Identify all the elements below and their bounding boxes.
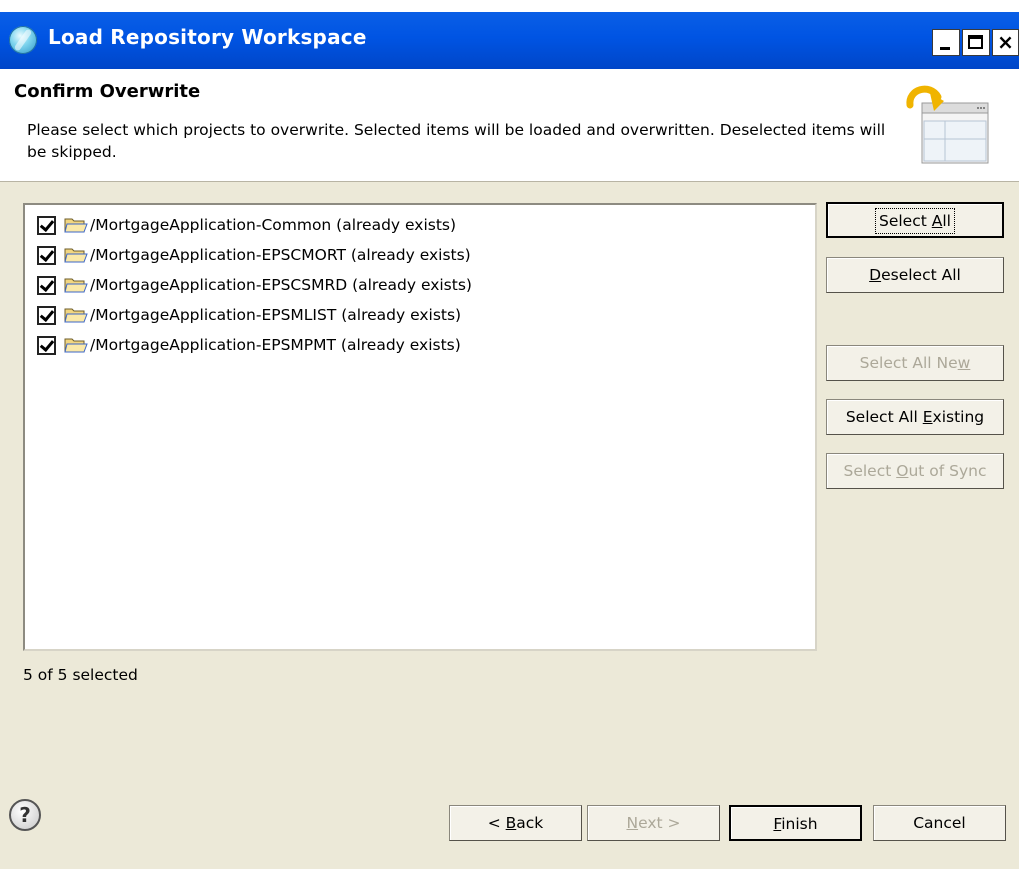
checkbox-checked-icon[interactable] [37, 215, 56, 235]
list-item[interactable]: /MortgageApplication-Common (already exi… [37, 210, 456, 240]
selection-status: 5 of 5 selected [23, 666, 138, 684]
checkbox-checked-icon[interactable] [37, 245, 56, 265]
project-label: /MortgageApplication-Common (already exi… [90, 216, 457, 234]
select-all-existing-button[interactable]: Select All Existing [826, 399, 1004, 435]
list-item[interactable]: /MortgageApplication-EPSCSMRD (already e… [37, 270, 472, 300]
minimize-button[interactable] [932, 29, 960, 56]
folder-icon [64, 278, 88, 293]
dialog-body: /MortgageApplication-Common (already exi… [0, 182, 1019, 869]
project-label: /MortgageApplication-EPSMLIST (already e… [90, 306, 462, 324]
close-button[interactable]: × [992, 29, 1019, 56]
window-title: Load Repository Workspace [48, 25, 367, 49]
project-label: /MortgageApplication-EPSMPMT (already ex… [90, 336, 461, 354]
checkbox-checked-icon[interactable] [37, 275, 56, 295]
checkbox-checked-icon[interactable] [37, 335, 56, 355]
folder-icon [64, 308, 88, 323]
app-globe-icon [9, 26, 37, 54]
page-title: Confirm Overwrite [14, 81, 201, 102]
select-all-button[interactable]: Select All [826, 202, 1004, 238]
finish-button[interactable]: Finish [729, 805, 862, 841]
select-out-of-sync-button[interactable]: Select Out of Sync [826, 453, 1004, 489]
close-icon: × [997, 30, 1014, 54]
folder-icon [64, 248, 88, 263]
wizard-banner-icon [906, 85, 989, 164]
back-button[interactable]: < Back [449, 805, 582, 841]
help-icon[interactable]: ? [9, 799, 41, 831]
page-description: Please select which projects to overwrit… [27, 121, 886, 161]
wizard-banner: Confirm Overwrite Please select which pr… [0, 69, 1019, 182]
list-item[interactable]: /MortgageApplication-EPSCMORT (already e… [37, 240, 471, 270]
list-item[interactable]: /MortgageApplication-EPSMPMT (already ex… [37, 330, 461, 360]
project-list[interactable]: /MortgageApplication-Common (already exi… [23, 203, 817, 651]
project-label: /MortgageApplication-EPSCMORT (already e… [90, 246, 471, 264]
folder-icon [64, 218, 88, 233]
project-label: /MortgageApplication-EPSCSMRD (already e… [90, 276, 472, 294]
deselect-all-button[interactable]: Deselect All [826, 257, 1004, 293]
maximize-button[interactable] [962, 29, 990, 56]
cancel-button[interactable]: Cancel [873, 805, 1006, 841]
folder-icon [64, 338, 88, 353]
select-all-new-button[interactable]: Select All New [826, 345, 1004, 381]
checkbox-checked-icon[interactable] [37, 305, 56, 325]
title-bar: Load Repository Workspace × [0, 12, 1019, 69]
list-item[interactable]: /MortgageApplication-EPSMLIST (already e… [37, 300, 461, 330]
next-button[interactable]: Next > [587, 805, 720, 841]
